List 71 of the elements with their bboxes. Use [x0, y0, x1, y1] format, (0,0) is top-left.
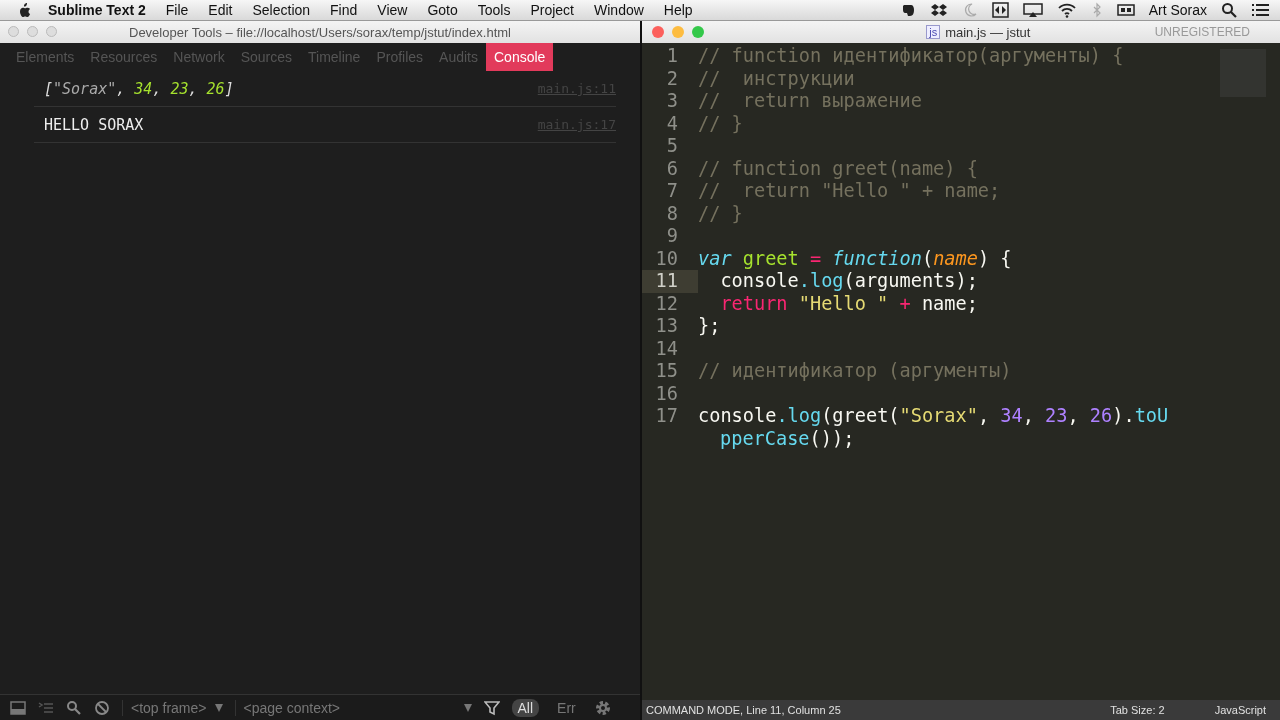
line-number: 5 — [665, 135, 679, 158]
code-line: // function greet(name) { — [698, 157, 978, 180]
line-number: 6 — [665, 157, 679, 180]
code-line: // инструкции — [698, 67, 855, 90]
menu-item[interactable]: Help — [653, 2, 703, 18]
wifi-icon[interactable] — [1056, 2, 1077, 18]
context-dropdown[interactable]: <page context> — [234, 699, 472, 716]
dropbox-icon[interactable] — [929, 2, 948, 18]
line-number: 11 — [642, 270, 698, 293]
line-number: 2 — [665, 67, 679, 90]
menu-item[interactable]: Edit — [198, 2, 243, 18]
menu-item[interactable]: Goto — [417, 2, 468, 18]
line-number: 4 — [665, 112, 679, 135]
menu-item[interactable]: File — [155, 2, 199, 18]
file-type-badge: js — [926, 25, 941, 39]
line-number: 1 — [665, 45, 679, 68]
tab-size-label[interactable]: Tab Size: 2 — [1110, 704, 1215, 716]
code-line: // return "Hello " + name; — [698, 180, 1001, 203]
clear-icon[interactable] — [94, 699, 110, 716]
window-title: Developer Tools – file://localhost/Users/sorax/temp/jstut/index.html — [129, 24, 511, 40]
line-number: 14 — [654, 337, 679, 360]
line-number: 15 — [654, 360, 679, 383]
line-number: 7 — [665, 180, 679, 203]
line-number: 12 — [654, 292, 679, 315]
line-number: 10 — [654, 247, 679, 270]
menu-item[interactable]: Window — [584, 2, 654, 18]
caret-icon[interactable] — [214, 703, 223, 712]
line-number: 9 — [665, 225, 679, 248]
console-output: ["Sorax", 34, 23, 26] — [43, 79, 234, 98]
filter-icon[interactable] — [483, 699, 500, 716]
window-title: main.js — jstut — [945, 24, 1031, 40]
console-output: HELLO SORAX — [43, 115, 144, 134]
code-line: }; — [698, 315, 721, 338]
close-button[interactable] — [652, 26, 664, 38]
search-icon[interactable] — [1221, 2, 1237, 18]
code-line: // function идентификатор(аргументы) { — [698, 45, 1124, 68]
list-icon[interactable] — [1251, 2, 1270, 18]
code-line: // идентификатор (аргументы) — [698, 360, 1012, 383]
code-line: return "Hello " + name; — [719, 292, 978, 315]
settings-icon[interactable] — [593, 698, 612, 717]
registration-label: UNREGISTERED — [1154, 25, 1251, 39]
line-number: 13 — [654, 315, 679, 338]
tab[interactable]: Console — [486, 43, 554, 71]
filter-option[interactable]: All — [511, 698, 540, 717]
menu-item[interactable]: Selection — [242, 2, 321, 18]
menu-item[interactable]: Tools — [467, 2, 521, 18]
app-menu[interactable]: Sublime Text 2 — [32, 2, 156, 18]
line-number: 16 — [654, 382, 679, 405]
user-name[interactable]: Art Sorax — [1148, 2, 1207, 18]
code-line: // } — [698, 112, 743, 135]
code-line: console.log(greet("Sorax", 34, 23, 26).toU — [698, 405, 1169, 428]
frame-dropdown[interactable]: <top frame> — [122, 699, 223, 716]
menu-item[interactable]: View — [367, 2, 418, 18]
syntax-label[interactable]: JavaScript — [1214, 704, 1266, 716]
airplay-icon[interactable] — [1022, 2, 1043, 18]
code-line: var greet = function(name) { — [698, 247, 1012, 270]
filter-option[interactable]: Err — [551, 698, 582, 717]
line-number: 3 — [665, 90, 679, 113]
line-number: 17 — [654, 405, 679, 428]
dock-icon[interactable] — [10, 699, 26, 716]
code-line: pperCase()); — [719, 427, 855, 450]
code-line: // } — [698, 202, 743, 225]
status-text: COMMAND MODE, Line 11, Column 25 — [646, 704, 841, 716]
display-icon[interactable] — [1116, 2, 1135, 18]
caret-icon[interactable] — [463, 703, 472, 712]
menu-item[interactable]: Find — [320, 2, 368, 18]
menu-item[interactable]: Project — [520, 2, 584, 18]
line-number: 8 — [665, 202, 679, 225]
arrows-icon[interactable] — [991, 2, 1009, 18]
code-line: // return выражение — [698, 90, 922, 113]
code-line: console.log(arguments); — [719, 270, 978, 293]
